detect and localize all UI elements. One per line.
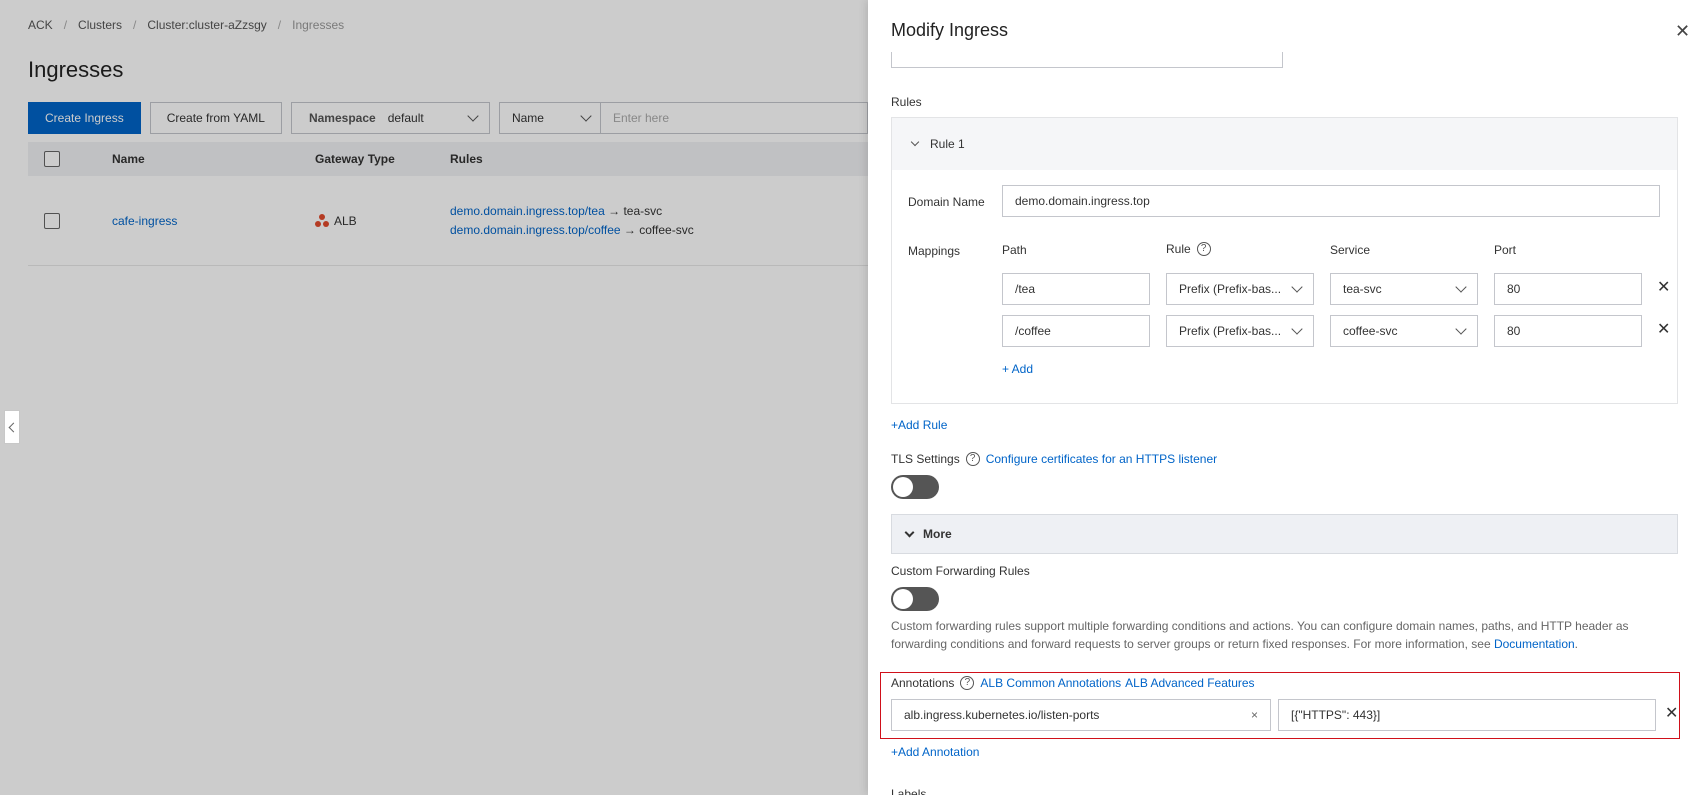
- remove-annotation-icon[interactable]: ✕: [1665, 706, 1678, 722]
- mapping-port-value: 80: [1507, 282, 1521, 296]
- mapping-path-input[interactable]: /coffee: [1002, 315, 1150, 347]
- rule-header[interactable]: Rule 1: [892, 118, 1677, 170]
- rules-label: Rules: [891, 95, 922, 109]
- annotations-row: Annotations ? ALB Common Annotations ALB…: [891, 676, 1255, 690]
- chevron-left-icon: [8, 422, 19, 432]
- chevron-down-icon: [1455, 323, 1467, 335]
- mapping-path-value: /coffee: [1015, 324, 1051, 338]
- help-icon[interactable]: ?: [960, 676, 975, 690]
- mapping-rule-select[interactable]: Prefix (Prefix-bas...: [1166, 315, 1314, 347]
- mapping-port-input[interactable]: 80: [1494, 315, 1642, 347]
- help-icon[interactable]: ?: [965, 452, 980, 466]
- sidebar-expand-tab[interactable]: [4, 410, 20, 444]
- mapping-service-value: tea-svc: [1343, 282, 1382, 296]
- chevron-down-icon: [910, 137, 920, 147]
- toggle-knob: [893, 589, 913, 609]
- mapping-rule-select[interactable]: Prefix (Prefix-bas...: [1166, 273, 1314, 305]
- name-input[interactable]: [891, 52, 1283, 68]
- mapping-path-value: /tea: [1015, 282, 1036, 296]
- add-annotation-button[interactable]: +Add Annotation: [891, 745, 979, 759]
- toggle-knob: [893, 477, 913, 497]
- mapping-column-port: Port: [1494, 243, 1517, 257]
- tls-config-link[interactable]: Configure certificates for an HTTPS list…: [986, 452, 1217, 466]
- mappings-label: Mappings: [908, 244, 961, 258]
- rule-title: Rule 1: [930, 137, 965, 151]
- mapping-service-value: coffee-svc: [1343, 324, 1398, 338]
- rule-card: Rule 1 Domain Name demo.domain.ingress.t…: [891, 117, 1678, 404]
- desc-period: .: [1574, 637, 1579, 651]
- custom-forwarding-label: Custom Forwarding Rules: [891, 564, 1030, 578]
- modal-backdrop[interactable]: [0, 0, 868, 795]
- remove-mapping-icon[interactable]: ✕: [1657, 322, 1670, 338]
- labels-label: Labels: [891, 787, 927, 795]
- alb-common-annotations-link[interactable]: ALB Common Annotations: [980, 676, 1121, 690]
- mapping-column-path: Path: [1002, 243, 1027, 257]
- remove-mapping-icon[interactable]: ✕: [1657, 280, 1670, 296]
- domain-name-input[interactable]: demo.domain.ingress.top: [1002, 185, 1660, 217]
- custom-forwarding-toggle[interactable]: [891, 587, 939, 611]
- mapping-column-rule-label: Rule: [1166, 242, 1191, 256]
- domain-name-label: Domain Name: [908, 195, 985, 209]
- annotations-label: Annotations: [891, 676, 955, 690]
- chevron-down-icon: [1455, 281, 1467, 293]
- documentation-link[interactable]: Documentation: [1494, 637, 1575, 651]
- mapping-rule-value: Prefix (Prefix-bas...: [1179, 324, 1282, 338]
- mapping-column-service: Service: [1330, 243, 1371, 257]
- mapping-path-input[interactable]: /tea: [1002, 273, 1150, 305]
- mapping-rule-value: Prefix (Prefix-bas...: [1179, 282, 1282, 296]
- mapping-port-value: 80: [1507, 324, 1521, 338]
- chevron-down-icon: [1291, 281, 1303, 293]
- mapping-service-select[interactable]: tea-svc: [1330, 273, 1478, 305]
- alb-advanced-features-link[interactable]: ALB Advanced Features: [1125, 676, 1254, 690]
- mapping-port-input[interactable]: 80: [1494, 273, 1642, 305]
- chevron-down-icon: [904, 527, 915, 537]
- close-icon[interactable]: ✕: [1675, 22, 1689, 40]
- tls-settings-row: TLS Settings ? Configure certificates fo…: [891, 452, 1217, 466]
- more-section-header[interactable]: More: [891, 514, 1678, 554]
- annotation-key-value: alb.ingress.kubernetes.io/listen-ports: [904, 708, 1100, 722]
- tls-settings-label: TLS Settings: [891, 452, 960, 466]
- tls-toggle[interactable]: [891, 475, 939, 499]
- chevron-down-icon: [1291, 323, 1303, 335]
- mapping-service-select[interactable]: coffee-svc: [1330, 315, 1478, 347]
- add-rule-button[interactable]: +Add Rule: [891, 418, 947, 432]
- annotation-value-input[interactable]: [{"HTTPS": 443}]: [1278, 699, 1656, 731]
- custom-forwarding-description: Custom forwarding rules support multiple…: [891, 617, 1681, 653]
- clear-icon[interactable]: ×: [1251, 708, 1258, 722]
- annotation-value: [{"HTTPS": 443}]: [1291, 708, 1381, 722]
- add-mapping-button[interactable]: + Add: [1002, 362, 1033, 376]
- domain-name-value: demo.domain.ingress.top: [1015, 194, 1150, 208]
- more-label: More: [923, 527, 952, 541]
- mapping-column-rule: Rule ?: [1166, 242, 1211, 256]
- drawer-title: Modify Ingress: [891, 20, 1009, 40]
- annotation-key-input[interactable]: alb.ingress.kubernetes.io/listen-ports ×: [891, 699, 1271, 731]
- help-icon[interactable]: ?: [1196, 242, 1211, 256]
- modify-ingress-drawer: Modify Ingress ✕ Rules Rule 1 Domain Nam…: [868, 0, 1689, 795]
